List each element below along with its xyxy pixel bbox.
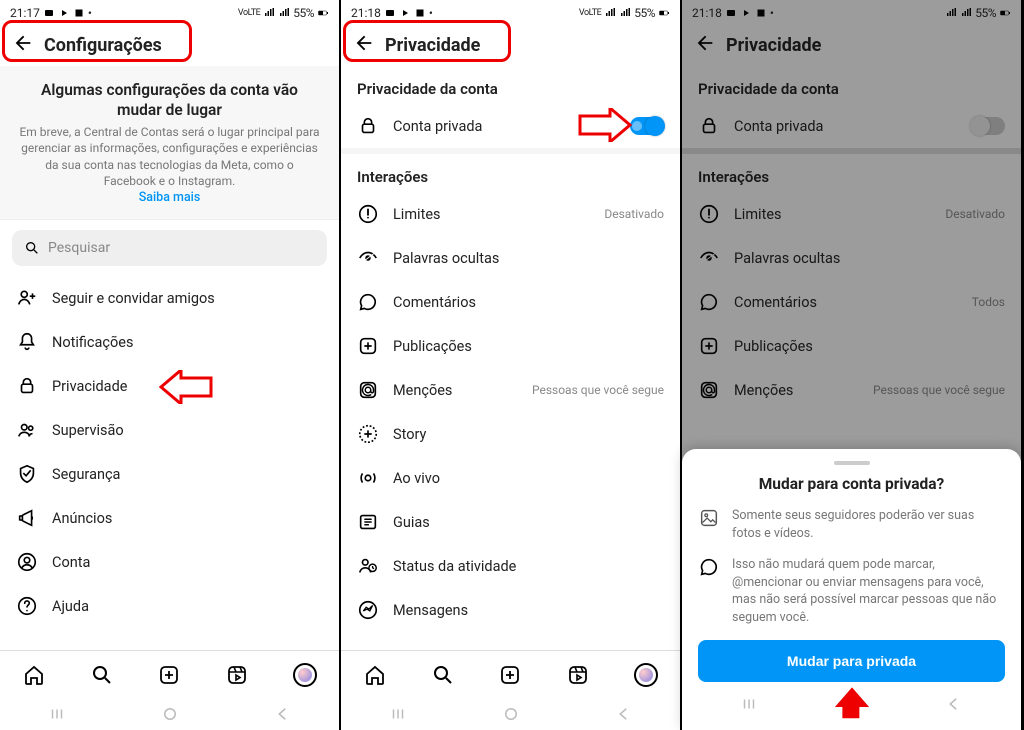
private-account-row[interactable]: Conta privada [341, 104, 680, 148]
settings-item-security[interactable]: Segurança [0, 452, 339, 496]
privacy-item-mentions[interactable]: MençõesPessoas que você segue [341, 368, 680, 412]
mention-icon [357, 379, 379, 401]
sheet-title: Mudar para conta privada? [698, 475, 1005, 493]
bell-icon [16, 331, 38, 353]
bottom-nav [0, 650, 339, 698]
comment-icon [698, 556, 720, 578]
lock-icon [16, 375, 38, 397]
privacy-item-messages[interactable]: Mensagens [341, 588, 680, 632]
plus-box-icon [357, 335, 379, 357]
settings-header: Configurações [0, 24, 339, 66]
privacy-item-activity-status[interactable]: Status da atividade [341, 544, 680, 588]
account-center-notice: Algumas configurações da conta vão mudar… [0, 66, 339, 220]
section-title-interactions: Interações [341, 154, 680, 192]
settings-item-help[interactable]: Ajuda [0, 584, 339, 628]
messenger-icon [357, 599, 379, 621]
system-nav [698, 688, 1005, 720]
user-plus-icon [16, 287, 38, 309]
privacy-item-comments[interactable]: Comentários [341, 280, 680, 324]
search-icon [24, 240, 40, 256]
status-bar: 21:17 • VoLTE 55% [0, 0, 339, 24]
settings-item-notifications[interactable]: Notificações [0, 320, 339, 364]
nav-profile-avatar[interactable] [293, 663, 317, 687]
sys-back-icon[interactable] [263, 705, 303, 723]
nav-reels-icon[interactable] [225, 663, 249, 687]
bottom-nav [341, 650, 680, 698]
nav-search-icon[interactable] [431, 663, 455, 687]
switch-to-private-button[interactable]: Mudar para privada [698, 640, 1005, 682]
privacy-item-limits[interactable]: LimitesDesativado [341, 192, 680, 236]
help-icon [16, 595, 38, 617]
settings-item-account[interactable]: Conta [0, 540, 339, 584]
plus-circle-icon [357, 423, 379, 445]
sys-back-icon[interactable] [604, 705, 644, 723]
privacy-item-live[interactable]: Ao vivo [341, 456, 680, 500]
page-title: Configurações [44, 35, 162, 56]
lock-icon [357, 115, 379, 137]
private-account-toggle[interactable] [630, 117, 664, 135]
nav-reels-icon[interactable] [566, 663, 590, 687]
system-nav [0, 698, 339, 730]
live-icon [357, 467, 379, 489]
back-icon[interactable] [12, 32, 34, 58]
shield-icon [16, 463, 38, 485]
privacy-header: Privacidade [341, 24, 680, 66]
sys-back-icon[interactable] [934, 695, 974, 713]
warn-circle-icon [357, 203, 379, 225]
back-icon[interactable] [353, 32, 375, 58]
sheet-handle[interactable] [834, 461, 870, 465]
screenshot-privacy-sheet: 21:18 • 55% Privacidade Privacidade da c… [682, 0, 1023, 730]
system-nav [341, 698, 680, 730]
settings-item-follow[interactable]: Seguir e convidar amigos [0, 276, 339, 320]
nav-home-icon[interactable] [22, 663, 46, 687]
sys-recent-icon[interactable] [729, 695, 769, 713]
sys-recent-icon[interactable] [37, 705, 77, 723]
nav-create-icon[interactable] [498, 663, 522, 687]
status-bar: 21:18 • VoLTE 55% [341, 0, 680, 24]
screenshot-settings: 21:17 • VoLTE 55% Configurações Algumas … [0, 0, 341, 730]
screenshot-privacy: 21:18 • VoLTE 55% Privacidade Privacidad… [341, 0, 682, 730]
sys-recent-icon[interactable] [378, 705, 418, 723]
sys-home-icon[interactable] [150, 705, 190, 723]
privacy-item-hidden-words[interactable]: Palavras ocultas [341, 236, 680, 280]
privacy-item-posts[interactable]: Publicações [341, 324, 680, 368]
settings-item-supervision[interactable]: Supervisão [0, 408, 339, 452]
battery-icon [658, 7, 670, 19]
battery-icon [317, 7, 329, 19]
nav-create-icon[interactable] [157, 663, 181, 687]
learn-more-link[interactable]: Saiba mais [139, 190, 201, 205]
photo-icon [698, 507, 720, 529]
page-title: Privacidade [385, 35, 480, 56]
guides-icon [357, 511, 379, 533]
nav-home-icon[interactable] [363, 663, 387, 687]
sys-home-icon[interactable] [491, 705, 531, 723]
settings-item-privacy[interactable]: Privacidade [0, 364, 339, 408]
nav-search-icon[interactable] [90, 663, 114, 687]
search-input[interactable]: Pesquisar [12, 230, 327, 266]
eye-hidden-icon [357, 247, 379, 269]
switch-private-sheet: Mudar para conta privada? Somente seus s… [682, 449, 1021, 730]
privacy-item-guides[interactable]: Guias [341, 500, 680, 544]
sys-home-icon[interactable] [831, 695, 871, 713]
people-icon [16, 419, 38, 441]
nav-profile-avatar[interactable] [634, 663, 658, 687]
megaphone-icon [16, 507, 38, 529]
privacy-item-story[interactable]: Story [341, 412, 680, 456]
account-icon [16, 551, 38, 573]
settings-item-ads[interactable]: Anúncios [0, 496, 339, 540]
section-title-account-privacy: Privacidade da conta [341, 66, 680, 104]
activity-icon [357, 555, 379, 577]
comment-icon [357, 291, 379, 313]
